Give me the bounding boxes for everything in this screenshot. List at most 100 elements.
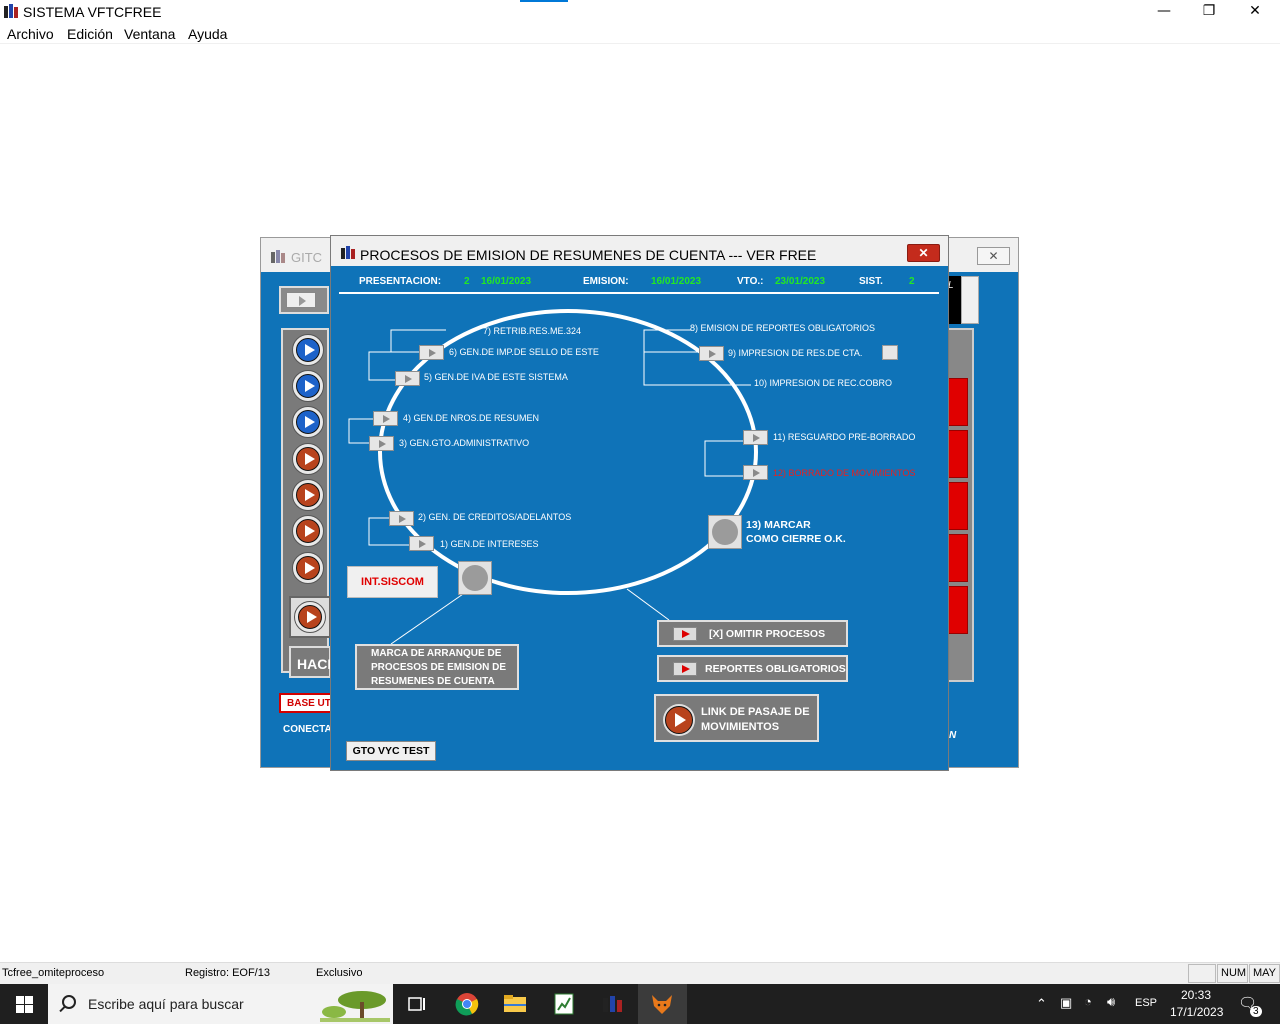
- marca-line-2: PROCESOS DE EMISION DE: [371, 662, 507, 673]
- play-icon: [296, 483, 320, 507]
- start-marker-label: MARCA DE ARRANQUE DE PROCESOS DE EMISION…: [355, 644, 519, 690]
- step-12-button[interactable]: [743, 465, 768, 480]
- bg-red-block[interactable]: [948, 534, 968, 582]
- play-icon: [286, 292, 316, 308]
- close-button[interactable]: ✕: [1232, 0, 1278, 24]
- status-mode: Exclusivo: [316, 967, 363, 979]
- step-11-button[interactable]: [743, 430, 768, 445]
- step-5-button[interactable]: [395, 371, 420, 386]
- bg-play-button-6[interactable]: [292, 515, 324, 547]
- gto-vyc-test-button[interactable]: GTO VYC TEST: [346, 741, 436, 761]
- step-1-button[interactable]: [409, 536, 434, 551]
- bg-conecta-label: CONECTA: [283, 724, 332, 735]
- step-4-button[interactable]: [373, 411, 398, 426]
- vftcfree-app-icon[interactable]: [601, 992, 625, 1016]
- fox-app-icon[interactable]: [650, 992, 674, 1016]
- bg-hac-button[interactable]: HACI: [289, 646, 331, 678]
- link-line-1: LINK DE PASAJE DE: [701, 706, 810, 718]
- play-icon: [673, 627, 697, 641]
- windows-logo-icon: [16, 996, 24, 1004]
- bg-play-button-5[interactable]: [292, 479, 324, 511]
- step-2-label: 2) GEN. DE CREDITOS/ADELANTOS: [418, 512, 572, 522]
- bg-scrollbar[interactable]: [961, 276, 979, 324]
- bg-red-block[interactable]: [948, 378, 968, 426]
- bg-close-button[interactable]: ✕: [977, 247, 1010, 265]
- reportes-obligatorios-label: REPORTES OBLIGATORIOS: [705, 663, 846, 675]
- start-marker-button[interactable]: [458, 561, 492, 595]
- status-may: MAY: [1249, 964, 1280, 983]
- step-13-label-line2: COMO CIERRE O.K.: [746, 533, 846, 545]
- bg-red-block[interactable]: [948, 430, 968, 478]
- bg-play-large-button[interactable]: [289, 596, 331, 638]
- task-view-icon[interactable]: [405, 992, 429, 1016]
- menu-edicion[interactable]: Edición: [67, 26, 113, 42]
- tray-language[interactable]: ESP: [1135, 997, 1157, 1009]
- file-explorer-icon[interactable]: [503, 992, 527, 1016]
- play-icon: [296, 410, 320, 434]
- tray-volume-icon[interactable]: 🔊︎: [1107, 994, 1115, 1010]
- bg-red-block[interactable]: [948, 482, 968, 530]
- reportes-obligatorios-button[interactable]: REPORTES OBLIGATORIOS: [657, 655, 848, 682]
- stop-icon: [462, 565, 488, 591]
- taskbar-search[interactable]: Escribe aquí para buscar: [48, 984, 393, 1024]
- step-9-checkbox[interactable]: [882, 345, 898, 360]
- link-pasaje-button[interactable]: LINK DE PASAJE DE MOVIMIENTOS: [654, 694, 819, 742]
- play-icon: [296, 374, 320, 398]
- tree-illustration-icon: [320, 991, 390, 1022]
- step-13-button[interactable]: [708, 515, 742, 549]
- play-icon: [296, 519, 320, 543]
- windows-logo-icon: [16, 1005, 24, 1013]
- tray-wifi-icon[interactable]: ◔: [1084, 994, 1092, 1009]
- bg-play-button-3[interactable]: [292, 406, 324, 438]
- status-empty-box: [1188, 964, 1216, 983]
- step-6-button[interactable]: [419, 345, 444, 360]
- play-icon-inner: [298, 605, 322, 629]
- menu-ventana[interactable]: Ventana: [124, 26, 175, 42]
- search-icon: [62, 995, 76, 1009]
- process-flow-diagram: [348, 309, 758, 645]
- step-3-button[interactable]: [369, 436, 394, 451]
- int-siscom-button[interactable]: INT.SISCOM: [347, 566, 438, 598]
- bg-base-label: BASE UT: [279, 693, 333, 713]
- play-icon: [296, 447, 320, 471]
- step-6-label: 6) GEN.DE IMP.DE SELLO DE ESTE: [449, 347, 599, 357]
- windows-logo-icon: [25, 996, 33, 1004]
- step-13-label-line1: 13) MARCAR: [746, 519, 811, 531]
- step-7-label: 7) RETRIB.RES.ME.324: [483, 326, 582, 336]
- app-root: SISTEMA VFTCFREE — ❐ ✕ Archivo Edición V…: [0, 0, 1280, 1024]
- step-2-button[interactable]: [389, 511, 414, 526]
- bg-small-button[interactable]: [279, 286, 329, 314]
- marca-line-3: RESUMENES DE CUENTA: [371, 676, 495, 687]
- menu-archivo[interactable]: Archivo: [7, 26, 54, 42]
- chrome-icon[interactable]: [455, 992, 479, 1016]
- minimize-button[interactable]: —: [1141, 0, 1187, 24]
- play-icon: [673, 662, 697, 676]
- bg-play-button-2[interactable]: [292, 370, 324, 402]
- bg-n-label: N: [949, 730, 957, 741]
- omitir-procesos-button[interactable]: [X] OMITIR PROCESOS: [657, 620, 848, 647]
- step-4-label: 4) GEN.DE NROS.DE RESUMEN: [403, 413, 540, 423]
- tray-meet-icon[interactable]: ▣: [1060, 995, 1072, 1011]
- bg-play-button-4[interactable]: [292, 443, 324, 475]
- step-9-button[interactable]: [699, 346, 724, 361]
- notification-count: 3: [1250, 1006, 1262, 1017]
- tray-chevron-up-icon[interactable]: ⌃: [1036, 996, 1047, 1012]
- bg-red-block[interactable]: [948, 586, 968, 634]
- bg-play-button-1[interactable]: [292, 334, 324, 366]
- tray-date[interactable]: 17/1/2023: [1170, 1005, 1223, 1019]
- play-icon: [296, 338, 320, 362]
- play-icon: [296, 556, 320, 580]
- step-1-label: 1) GEN.DE INTERESES: [440, 539, 539, 549]
- bg-app-icon: [271, 250, 285, 263]
- tray-time[interactable]: 20:33: [1181, 988, 1211, 1002]
- stop-icon: [712, 519, 738, 545]
- app-icon: [4, 4, 18, 18]
- restore-button[interactable]: ❐: [1186, 0, 1232, 24]
- taskbar: Escribe aquí para buscar ⌃ ▣ ◔ 🔊︎ ESP 20…: [0, 984, 1280, 1024]
- spreadsheet-app-icon[interactable]: [552, 992, 576, 1016]
- start-button[interactable]: [0, 984, 48, 1024]
- statusbar: Tcfree_omiteproceso Registro: EOF/13 Exc…: [0, 962, 1280, 984]
- bg-play-button-7[interactable]: [292, 552, 324, 584]
- menu-ayuda[interactable]: Ayuda: [188, 26, 227, 42]
- step-5-label: 5) GEN.DE IVA DE ESTE SISTEMA: [424, 372, 568, 382]
